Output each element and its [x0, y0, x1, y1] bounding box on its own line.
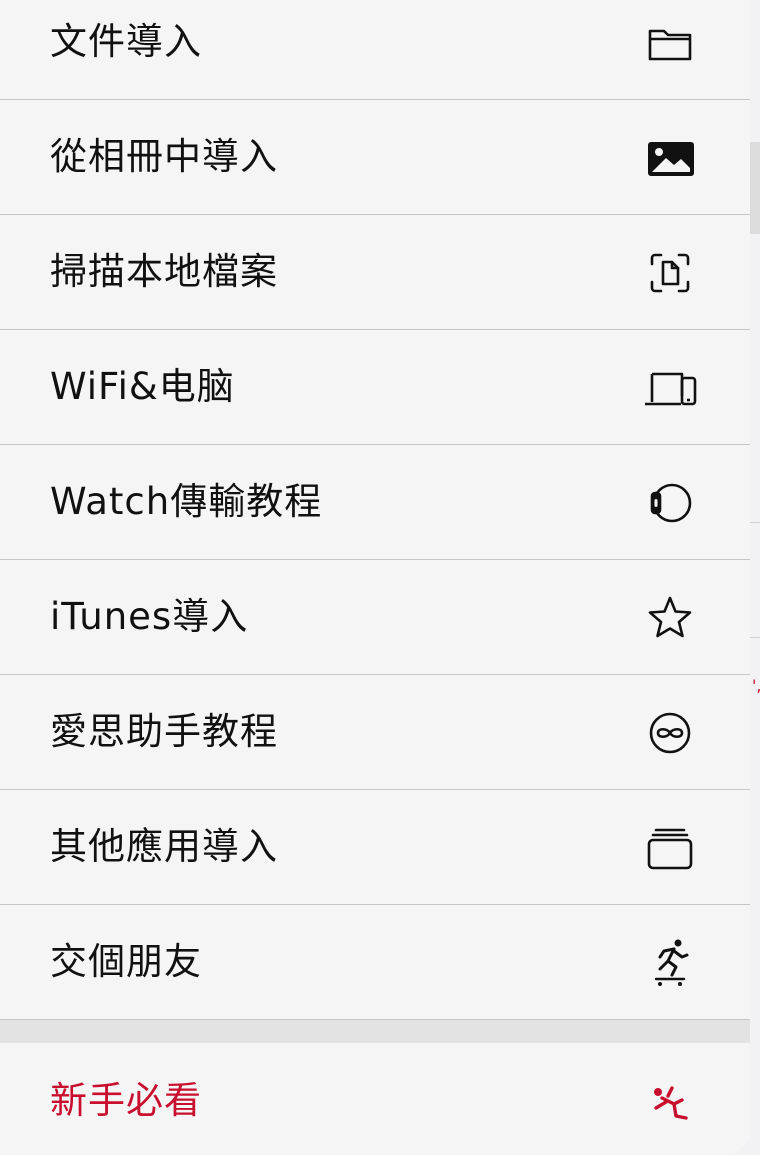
background-red-mark: ',	[752, 676, 760, 695]
menu-item-label: iTunes導入	[50, 595, 249, 638]
menu-item-watch-tutorial[interactable]: Watch傳輸教程	[0, 445, 750, 560]
menu-item-other-apps-import[interactable]: 其他應用導入	[0, 790, 750, 905]
menu-item-beginner-guide[interactable]: 新手必看	[0, 1044, 750, 1155]
background-divider	[749, 637, 760, 638]
skateboarder-icon	[642, 935, 698, 991]
menu-item-label: 新手必看	[50, 1079, 202, 1122]
menu-item-label: 從相冊中導入	[50, 135, 278, 178]
menu-item-wifi-computer[interactable]: WiFi&电脑	[0, 330, 750, 445]
menu-item-file-import[interactable]: 文件導入	[0, 0, 750, 100]
doc-scan-icon	[642, 245, 698, 301]
falling-person-icon	[642, 1074, 698, 1130]
stack-icon	[642, 820, 698, 876]
watch-icon	[642, 475, 698, 531]
infinity-icon	[642, 705, 698, 761]
background-divider	[749, 522, 760, 523]
menu-item-scan-local-files[interactable]: 掃描本地檔案	[0, 215, 750, 330]
menu-item-make-friends[interactable]: 交個朋友	[0, 905, 750, 1020]
menu-item-label: 掃描本地檔案	[50, 250, 278, 293]
menu-item-label: 文件導入	[50, 20, 202, 63]
background-scrollbar	[749, 142, 760, 234]
photo-icon	[642, 130, 698, 186]
section-separator	[0, 1020, 750, 1043]
menu-item-label: 交個朋友	[50, 940, 202, 983]
menu-item-album-import[interactable]: 從相冊中導入	[0, 100, 750, 215]
menu-item-label: 愛思助手教程	[50, 710, 278, 753]
import-menu-sheet: 文件導入 從相冊中導入 掃描本地檔案 WiFi&电脑 Watch傳輸教程 iTu…	[0, 0, 750, 1155]
menu-item-i4-tutorial[interactable]: 愛思助手教程	[0, 675, 750, 790]
laptop-phone-icon	[642, 360, 698, 416]
menu-item-label: Watch傳輸教程	[50, 480, 323, 523]
folder-icon	[642, 15, 698, 71]
menu-item-label: 其他應用導入	[50, 825, 278, 868]
menu-item-itunes-import[interactable]: iTunes導入	[0, 560, 750, 675]
star-icon	[642, 590, 698, 646]
menu-item-label: WiFi&电脑	[50, 365, 235, 408]
